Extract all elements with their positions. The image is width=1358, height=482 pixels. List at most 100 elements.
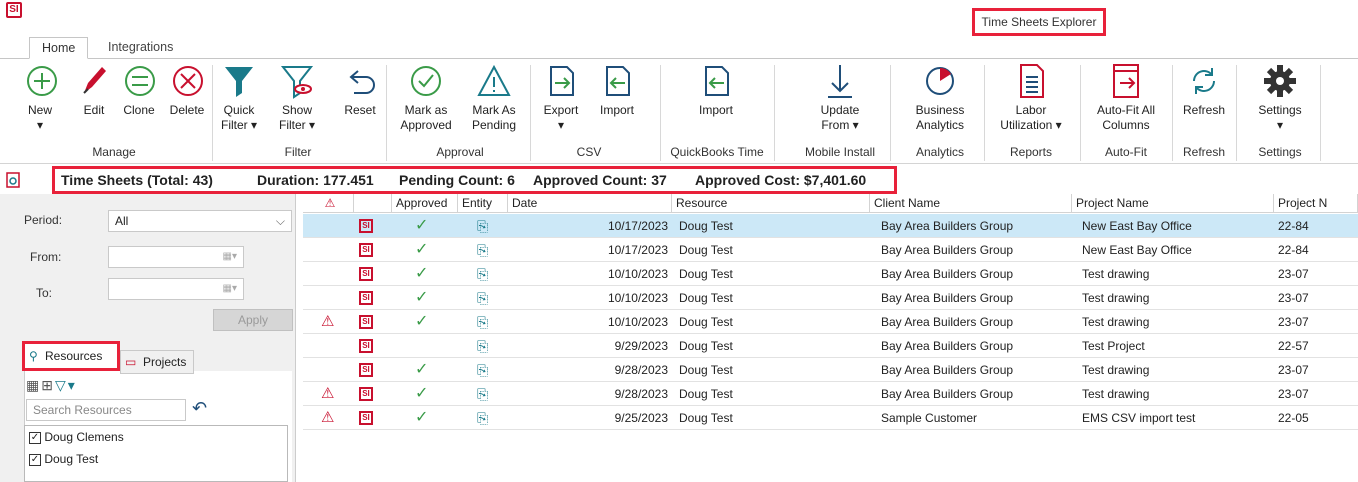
- summary-approved: Approved Count: 37: [533, 172, 667, 188]
- summary-bar: Time Sheets (Total: 43) Duration: 177.45…: [52, 166, 897, 194]
- quick-filter-button[interactable]: Quick Filter ▾: [214, 59, 264, 133]
- entity-icon[interactable]: ⎘: [477, 214, 488, 238]
- export-button[interactable]: Export ▾: [538, 59, 584, 133]
- project-column-header[interactable]: Project Name: [1072, 194, 1274, 213]
- resources-tab-label: Resources: [45, 349, 103, 363]
- entity-icon[interactable]: ⎘: [477, 382, 488, 406]
- list-item[interactable]: ✓ Doug Test: [29, 452, 98, 466]
- import-label: Import: [599, 103, 634, 117]
- labor-label: Labor: [1015, 103, 1047, 117]
- grid-view-icon[interactable]: ▦: [26, 377, 41, 393]
- summary-pending: Pending Count: 6: [399, 172, 515, 188]
- warning-column-header[interactable]: ⚠: [303, 194, 354, 213]
- table-row[interactable]: SI ✓ ⎘ 10/17/2023 Doug Test Bay Area Builders…: [303, 238, 1358, 262]
- entity-column-header[interactable]: Entity: [458, 194, 508, 213]
- separator: [1080, 65, 1081, 161]
- table-row[interactable]: SI ✓ ⎘ 10/10/2023 Doug Test Bay Area Builders…: [303, 262, 1358, 286]
- settings-button[interactable]: Settings ▾: [1250, 59, 1310, 133]
- entity-icon[interactable]: ⎘: [477, 406, 488, 430]
- table-row[interactable]: SI ⎘ 9/29/2023 Doug Test Bay Area Builders G…: [303, 334, 1358, 358]
- ribbon: New ▾ Edit Clone Delete Manage Quick Filte…: [0, 58, 1358, 164]
- source-column-header[interactable]: [354, 194, 392, 213]
- clone-button[interactable]: Clone: [118, 59, 160, 118]
- reset-button[interactable]: Reset: [338, 59, 382, 118]
- approved-column-header[interactable]: Approved: [392, 194, 458, 213]
- labor-utilization-button[interactable]: Labor Utilization ▾: [986, 59, 1076, 133]
- table-row[interactable]: ⚠ SI ✓ ⎘ 9/28/2023 Doug Test Bay Area Builders…: [303, 382, 1358, 406]
- project-number-cell: 22-57: [1278, 339, 1309, 353]
- refresh-button[interactable]: Refresh: [1176, 59, 1232, 118]
- warning-triangle-icon: [477, 64, 511, 96]
- mark-approved-button[interactable]: Mark as Approved: [394, 59, 458, 133]
- show-filter-label2: Filter ▾: [278, 118, 316, 132]
- si-source-icon: SI: [359, 243, 373, 257]
- group-settings: Settings: [1258, 145, 1302, 159]
- pencil-icon: [83, 67, 106, 94]
- projects-tab-label: Projects: [143, 355, 187, 369]
- quickbooks-import-button[interactable]: Import: [670, 59, 762, 118]
- entity-icon[interactable]: ⎘: [477, 358, 488, 382]
- date-cell: 9/25/2023: [614, 411, 668, 425]
- calendar-icon: ▦▾: [222, 283, 237, 294]
- filter-icon[interactable]: ▽▾: [55, 377, 77, 393]
- resource-cell: Doug Test: [679, 411, 733, 425]
- resource-cell: Doug Test: [679, 219, 733, 233]
- date-cell: 10/17/2023: [607, 219, 668, 233]
- tab-projects[interactable]: ▭ Projects: [120, 350, 194, 374]
- mark-pending-button[interactable]: Mark As Pending: [462, 59, 526, 133]
- group-reports: Reports: [1009, 145, 1053, 159]
- client-column-header[interactable]: Client Name: [870, 194, 1072, 213]
- show-filter-button[interactable]: Show Filter ▾: [272, 59, 322, 133]
- user-icon: ⚲: [29, 349, 38, 363]
- edit-button[interactable]: Edit: [74, 59, 114, 118]
- group-approval: Approval: [436, 145, 484, 159]
- table-row[interactable]: SI ✓ ⎘ 9/28/2023 Doug Test Bay Area Builders …: [303, 358, 1358, 382]
- list-item[interactable]: ✓ Doug Clemens: [29, 430, 124, 444]
- tile-view-icon[interactable]: ⊞: [41, 377, 55, 393]
- import-button[interactable]: Import: [594, 59, 640, 118]
- mark-approved-label2: Approved: [400, 118, 452, 132]
- checkbox-checked-icon[interactable]: ✓: [29, 453, 41, 466]
- to-date-field[interactable]: ▦▾: [108, 278, 244, 300]
- group-autofit: Auto-Fit: [1104, 145, 1147, 159]
- entity-icon[interactable]: ⎘: [477, 310, 488, 334]
- period-select[interactable]: All ⌵: [108, 210, 292, 232]
- group-csv: CSV: [576, 145, 602, 159]
- date-column-header[interactable]: Date: [508, 194, 672, 213]
- entity-icon[interactable]: ⎘: [477, 238, 488, 262]
- apply-button[interactable]: Apply: [213, 309, 293, 331]
- project-number-cell: 23-07: [1278, 291, 1309, 305]
- project-number-cell: 22-05: [1278, 411, 1309, 425]
- delete-button[interactable]: Delete: [166, 59, 208, 118]
- table-row[interactable]: SI ✓ ⎘ 10/10/2023 Doug Test Bay Area Builders…: [303, 286, 1358, 310]
- resource-column-header[interactable]: Resource: [672, 194, 870, 213]
- tab-resources[interactable]: ⚲ Resources: [22, 341, 120, 371]
- table-row[interactable]: ⚠ SI ✓ ⎘ 9/25/2023 Doug Test Sample Customer EM…: [303, 406, 1358, 430]
- update-from-button[interactable]: Update From ▾: [800, 59, 880, 133]
- entity-icon[interactable]: ⎘: [477, 286, 488, 310]
- checkbox-checked-icon[interactable]: ✓: [29, 431, 41, 444]
- warning-triangle-icon: ⚠: [321, 385, 335, 402]
- entity-icon[interactable]: ⎘: [477, 334, 488, 358]
- new-button[interactable]: New ▾: [20, 59, 60, 133]
- project-cell: Test drawing: [1082, 387, 1150, 401]
- tab-home[interactable]: Home: [29, 37, 89, 59]
- auto-fit-columns-button[interactable]: Auto-Fit All Columns: [1084, 59, 1168, 133]
- resource-cell: Doug Test: [679, 291, 733, 305]
- business-analytics-button[interactable]: Business Analytics: [902, 59, 978, 133]
- period-label: Period:: [24, 213, 63, 227]
- table-row[interactable]: ⚠ SI ✓ ⎘ 10/10/2023 Doug Test Bay Area Builder…: [303, 310, 1358, 334]
- clear-search-icon[interactable]: ↶: [192, 398, 207, 419]
- project-cell: Test drawing: [1082, 267, 1150, 281]
- project-number-column-header[interactable]: Project N: [1274, 194, 1358, 213]
- entity-icon[interactable]: ⎘: [477, 262, 488, 286]
- folder-icon: ▭: [125, 355, 137, 369]
- date-cell: 10/10/2023: [607, 267, 668, 281]
- table-row[interactable]: SI ✓ ⎘ 10/17/2023 Doug Test Bay Area Builders…: [303, 214, 1358, 238]
- date-cell: 9/28/2023: [614, 387, 668, 401]
- from-date-field[interactable]: ▦▾: [108, 246, 244, 268]
- tab-integrations[interactable]: Integrations: [96, 37, 185, 59]
- separator: [890, 65, 891, 161]
- search-input[interactable]: Search Resources: [26, 399, 186, 421]
- separator: [1172, 65, 1173, 161]
